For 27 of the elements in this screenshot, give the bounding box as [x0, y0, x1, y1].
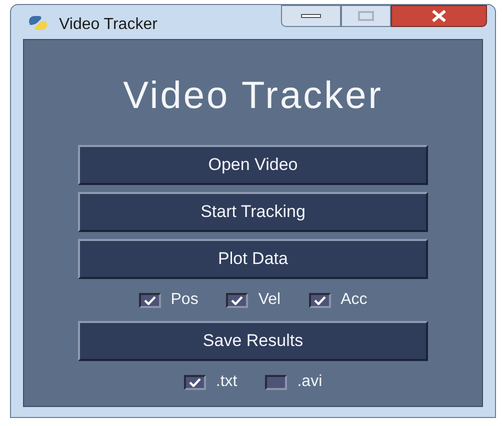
- minimize-button[interactable]: [281, 5, 341, 27]
- checkmark-icon: [231, 296, 244, 304]
- window-title: Video Tracker: [59, 15, 158, 35]
- checkbox[interactable]: [265, 374, 288, 390]
- action-button[interactable]: Plot Data: [78, 239, 428, 279]
- maximize-icon: [358, 11, 374, 21]
- checkbox[interactable]: [226, 292, 248, 308]
- checkbox-label: Acc: [340, 290, 368, 310]
- snake-logo-icon: [27, 13, 49, 33]
- close-button[interactable]: [391, 5, 487, 27]
- maximize-button[interactable]: [341, 5, 391, 27]
- action-button[interactable]: Open Video: [78, 145, 428, 185]
- checkbox-label: Vel: [258, 290, 281, 310]
- checkbox[interactable]: [184, 374, 206, 390]
- minimize-icon: [301, 14, 321, 18]
- checkmark-icon: [144, 296, 156, 304]
- action-button[interactable]: Save Results: [78, 321, 428, 361]
- action-button[interactable]: Start Tracking: [78, 192, 428, 232]
- close-icon: [431, 10, 447, 22]
- checkmark-icon: [314, 296, 326, 304]
- checkbox-label: .avi: [297, 372, 322, 392]
- checkbox-label: Pos: [170, 290, 198, 310]
- checkbox[interactable]: [138, 292, 161, 308]
- checkbox[interactable]: [308, 292, 331, 308]
- app-heading: Video Tracker: [123, 74, 383, 119]
- checkmark-icon: [188, 378, 201, 386]
- checkbox-label: .txt: [216, 372, 238, 392]
